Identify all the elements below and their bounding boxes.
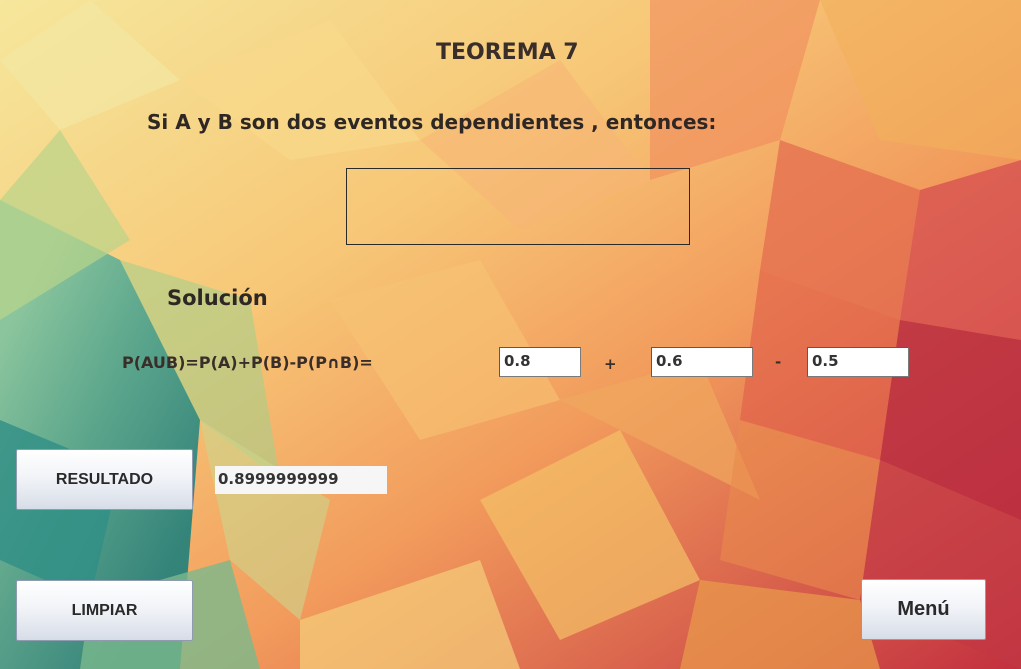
- limpiar-button[interactable]: LIMPIAR: [16, 580, 193, 641]
- p-intersection-input[interactable]: 0.5: [807, 347, 909, 377]
- minus-operator: -: [775, 353, 782, 371]
- solution-heading: Solución: [167, 286, 268, 310]
- plus-operator: +: [604, 355, 617, 373]
- p-a-input[interactable]: 0.8: [499, 347, 581, 377]
- answer-box: [346, 168, 690, 245]
- resultado-button[interactable]: RESULTADO: [16, 449, 193, 510]
- page-title: TEOREMA 7: [436, 40, 579, 65]
- formula-label: P(AUB)=P(A)+P(B)-P(P∩B)=: [122, 353, 373, 372]
- menu-button[interactable]: Menú: [861, 579, 986, 640]
- polygon-background: [0, 0, 1021, 669]
- result-output: 0.8999999999: [215, 466, 387, 494]
- theorem-statement: Si A y B son dos eventos dependientes , …: [147, 110, 717, 134]
- p-b-input[interactable]: 0.6: [651, 347, 753, 377]
